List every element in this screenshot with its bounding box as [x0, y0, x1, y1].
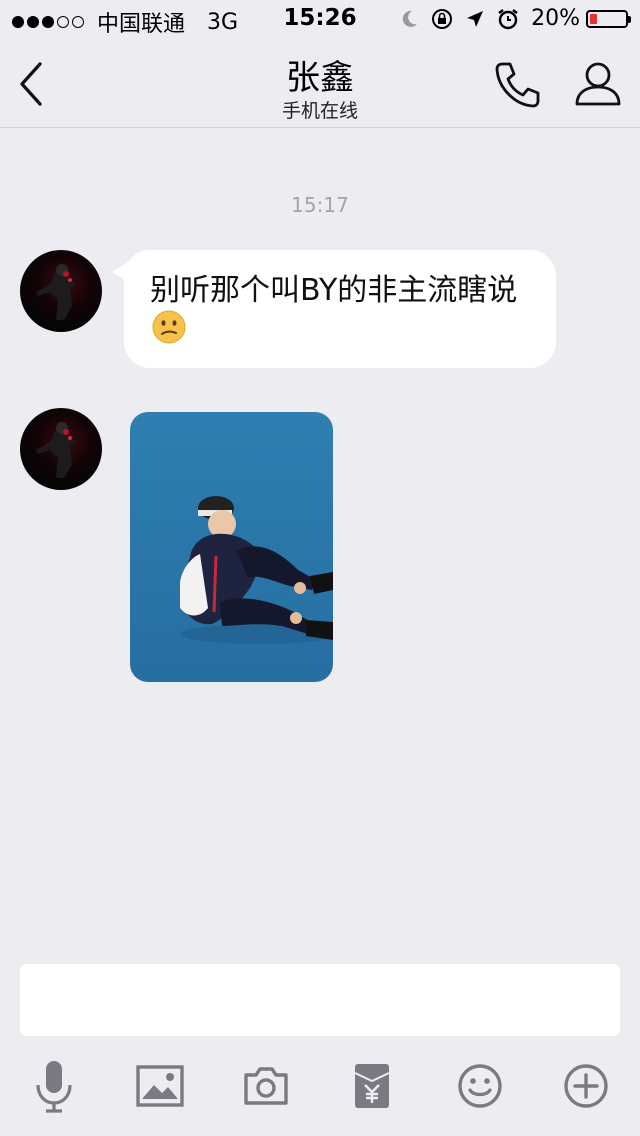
emoji-icon: [458, 1064, 502, 1108]
chat-toolbar: [0, 1058, 640, 1118]
message-input[interactable]: [20, 964, 620, 1036]
alarm-icon: [497, 8, 519, 30]
confused-face-icon: [152, 310, 186, 344]
plus-icon: [564, 1064, 608, 1108]
message-image[interactable]: [130, 412, 333, 682]
red-packet-button[interactable]: [344, 1058, 400, 1114]
camera-button[interactable]: [238, 1058, 294, 1114]
avatar[interactable]: [20, 250, 102, 332]
status-bar: 中国联通 3G 15:26 20%: [0, 0, 640, 40]
rotation-lock-icon: [431, 8, 453, 30]
message-input-container: [20, 964, 620, 1036]
status-right: 20%: [399, 6, 631, 31]
message-bubble[interactable]: 别听那个叫BY的非主流瞎说: [124, 250, 556, 368]
contact-status: 手机在线: [281, 100, 358, 122]
photo-person-sitting: [180, 496, 333, 644]
camera-icon: [244, 1067, 288, 1105]
voice-button[interactable]: [26, 1058, 82, 1114]
battery-percent: 20%: [531, 6, 580, 31]
avatar-figure: [36, 264, 76, 320]
image-icon: [136, 1065, 184, 1107]
message-text: 别听那个叫BY的非主流瞎说: [150, 273, 518, 308]
microphone-icon: [36, 1061, 72, 1113]
more-button[interactable]: [558, 1058, 614, 1114]
chat-header: 张鑫 手机在线: [0, 40, 640, 128]
battery-icon: [586, 9, 631, 28]
red-packet-icon: [354, 1064, 390, 1108]
avatar[interactable]: [20, 408, 102, 490]
location-arrow-icon: [465, 9, 485, 29]
profile-button[interactable]: [572, 58, 624, 110]
phone-icon: [495, 62, 540, 108]
photo-album-button[interactable]: [132, 1058, 188, 1114]
battery-level: [590, 13, 597, 24]
avatar-figure: [36, 422, 76, 478]
voice-call-button[interactable]: [492, 58, 544, 110]
contact-name: 张鑫: [286, 58, 354, 98]
user-icon: [575, 62, 621, 106]
emoji-button[interactable]: [452, 1058, 508, 1114]
message-timestamp: 15:17: [291, 193, 349, 217]
moon-icon: [399, 9, 419, 29]
